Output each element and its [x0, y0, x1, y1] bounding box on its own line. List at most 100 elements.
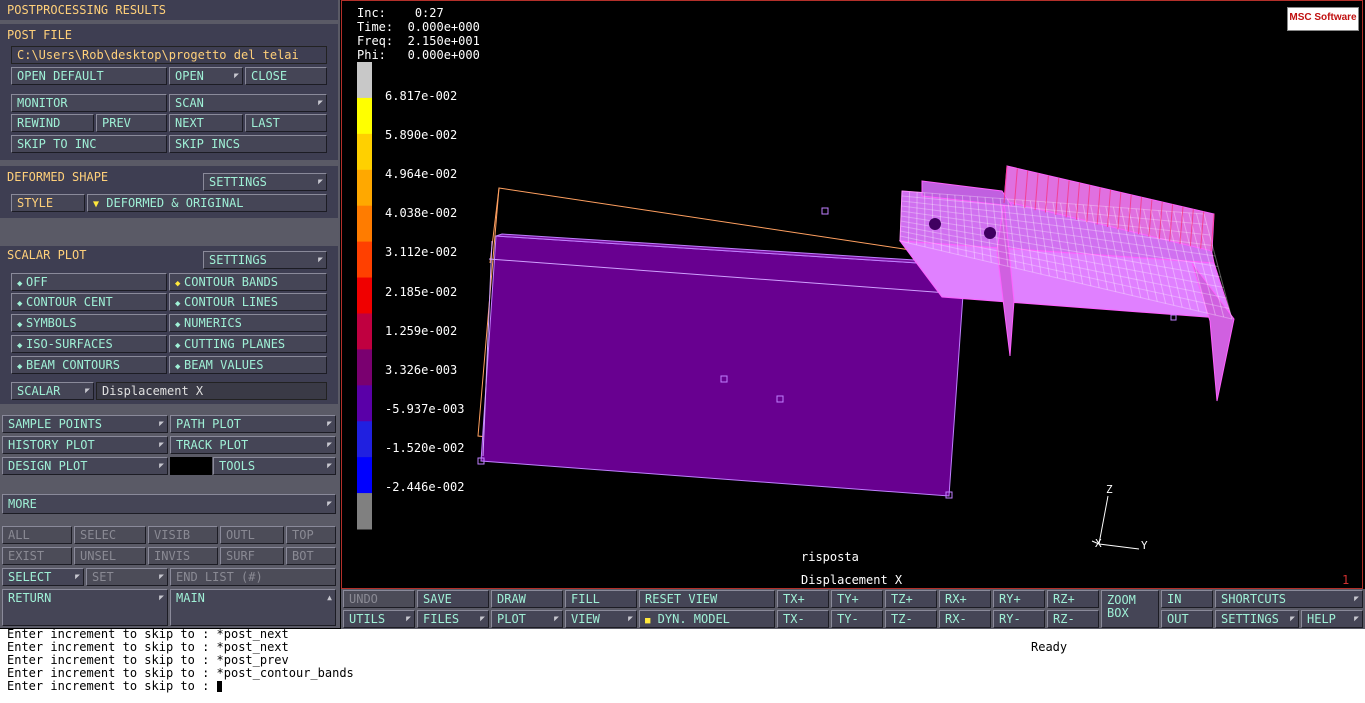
option-cutting-planes[interactable]: ◆ CUTTING PLANES	[169, 335, 327, 353]
option-label: CONTOUR BANDS	[184, 275, 278, 289]
scalar-settings-label: SETTINGS	[209, 253, 267, 267]
menu-arrow-icon: ◤	[1290, 614, 1295, 623]
btn-label: EXIST	[8, 549, 45, 563]
ty-minus-button[interactable]: TY-	[831, 610, 883, 628]
zoom-out-button[interactable]: OUT	[1161, 610, 1213, 628]
axis-z-label: Z	[1106, 483, 1113, 496]
console-input-line[interactable]: Enter increment to skip to :	[7, 680, 222, 693]
select-visib-button[interactable]: VISIB	[148, 526, 218, 544]
skip-incs-button[interactable]: SKIP INCS	[169, 135, 327, 153]
dyn-model-toggle[interactable]: ■ DYN. MODEL	[639, 610, 775, 628]
option-iso-surfaces[interactable]: ◆ ISO-SURFACES	[11, 335, 167, 353]
deformed-shape-header: DEFORMED SHAPE	[7, 170, 109, 184]
ry-minus-label: RY-	[999, 612, 1021, 626]
plot-button[interactable]: PLOT ◤	[491, 610, 563, 628]
fill-label: FILL	[571, 592, 600, 606]
time-readout: Time: 0.000e+000	[357, 20, 480, 34]
history-plot-button[interactable]: HISTORY PLOT ◤	[2, 436, 168, 454]
track-plot-button[interactable]: TRACK PLOT ◤	[170, 436, 336, 454]
select-top-button[interactable]: TOP	[286, 526, 336, 544]
select-invis-button[interactable]: INVIS	[148, 547, 218, 565]
next-button[interactable]: NEXT	[169, 114, 243, 132]
open-default-button[interactable]: OPEN DEFAULT	[11, 67, 167, 85]
skip-to-inc-button[interactable]: SKIP TO INC	[11, 135, 167, 153]
legend-swatch	[357, 205, 372, 243]
reset-view-button[interactable]: RESET VIEW	[639, 590, 775, 608]
rz-minus-button[interactable]: RZ-	[1047, 610, 1099, 628]
zoom-box-button[interactable]: ZOOM BOX	[1101, 590, 1159, 628]
style-dropdown[interactable]: ▼ DEFORMED & ORIGINAL	[87, 194, 327, 212]
close-button[interactable]: CLOSE	[245, 67, 327, 85]
ry-minus-button[interactable]: RY-	[993, 610, 1045, 628]
deformed-settings-button[interactable]: SETTINGS ◤	[203, 173, 327, 191]
set-button[interactable]: SET ◤	[86, 568, 168, 586]
tz-minus-button[interactable]: TZ-	[885, 610, 937, 628]
ty-plus-button[interactable]: TY+	[831, 590, 883, 608]
design-plot-button[interactable]: DESIGN PLOT ◤	[2, 457, 168, 475]
save-button[interactable]: SAVE	[417, 590, 489, 608]
select-exist-button[interactable]: EXIST	[2, 547, 72, 565]
option-numerics[interactable]: ◆ NUMERICS	[169, 314, 327, 332]
zoom-in-button[interactable]: IN	[1161, 590, 1213, 608]
utils-button[interactable]: UTILS ◤	[343, 610, 415, 628]
sample-points-button[interactable]: SAMPLE POINTS ◤	[2, 415, 168, 433]
option-beam-contours[interactable]: ◆ BEAM CONTOURS	[11, 356, 167, 374]
option-contour-bands[interactable]: ◆ CONTOUR BANDS	[169, 273, 327, 291]
select-button[interactable]: SELECT ◤	[2, 568, 84, 586]
files-button[interactable]: FILES ◤	[417, 610, 489, 628]
tx-plus-button[interactable]: TX+	[777, 590, 829, 608]
option-contour-lines[interactable]: ◆ CONTOUR LINES	[169, 293, 327, 311]
return-button[interactable]: RETURN ◤	[2, 589, 168, 626]
draw-button[interactable]: DRAW	[491, 590, 563, 608]
select-selec-button[interactable]: SELEC	[74, 526, 146, 544]
rx-plus-button[interactable]: RX+	[939, 590, 991, 608]
path-plot-button[interactable]: PATH PLOT ◤	[170, 415, 336, 433]
last-button[interactable]: LAST	[245, 114, 327, 132]
scalar-value-field[interactable]: Displacement X	[96, 382, 327, 400]
main-button[interactable]: MAIN ▲	[170, 589, 336, 626]
shortcuts-button[interactable]: SHORTCUTS ◤	[1215, 590, 1363, 608]
skip-to-inc-label: SKIP TO INC	[17, 137, 97, 151]
end-list-button[interactable]: END LIST (#)	[170, 568, 336, 586]
menu-arrow-icon: ◤	[159, 419, 164, 428]
view-button[interactable]: VIEW ◤	[565, 610, 637, 628]
axis-x-label: X	[1095, 537, 1102, 550]
ry-plus-button[interactable]: RY+	[993, 590, 1045, 608]
rx-minus-button[interactable]: RX-	[939, 610, 991, 628]
menu-arrow-icon: ◤	[159, 572, 164, 581]
option-beam-values[interactable]: ◆ BEAM VALUES	[169, 356, 327, 374]
rewind-button[interactable]: REWIND	[11, 114, 94, 132]
help-button[interactable]: HELP ◤	[1301, 610, 1363, 628]
monitor-button[interactable]: MONITOR	[11, 94, 167, 112]
scalar-name: Displacement X	[801, 573, 903, 587]
option-contour-cent[interactable]: ◆ CONTOUR CENT	[11, 293, 167, 311]
select-unsel-button[interactable]: UNSEL	[74, 547, 146, 565]
scan-button[interactable]: SCAN ◤	[169, 94, 327, 112]
command-console[interactable]: Enter increment to skip to : *post_next …	[0, 628, 1365, 703]
tz-plus-button[interactable]: TZ+	[885, 590, 937, 608]
select-outl-button[interactable]: OUTL	[220, 526, 284, 544]
settings-button[interactable]: SETTINGS ◤	[1215, 610, 1299, 628]
legend-swatch	[357, 169, 372, 207]
menu-arrow-icon: ◤	[159, 440, 164, 449]
prev-button[interactable]: PREV	[96, 114, 167, 132]
tz-minus-label: TZ-	[891, 612, 913, 626]
graphics-viewport[interactable]: Inc: 0:27 Time: 0.000e+000 Freq: 2.150e+…	[341, 0, 1363, 589]
tx-minus-button[interactable]: TX-	[777, 610, 829, 628]
option-label: SYMBOLS	[26, 316, 77, 330]
fill-button[interactable]: FILL	[565, 590, 637, 608]
post-file-path-field[interactable]: C:\Users\Rob\desktop\progetto del telai	[11, 46, 327, 64]
open-button[interactable]: OPEN ◤	[169, 67, 243, 85]
select-bot-button[interactable]: BOT	[286, 547, 336, 565]
tools-button[interactable]: TOOLS ◤	[213, 457, 336, 475]
option-symbols[interactable]: ◆ SYMBOLS	[11, 314, 167, 332]
undo-button[interactable]: UNDO	[343, 590, 415, 608]
btn-label: ALL	[8, 528, 30, 542]
scalar-settings-button[interactable]: SETTINGS ◤	[203, 251, 327, 269]
option-off[interactable]: ◆ OFF	[11, 273, 167, 291]
more-button[interactable]: MORE ◤	[2, 494, 336, 514]
rz-plus-button[interactable]: RZ+	[1047, 590, 1099, 608]
select-all-button[interactable]: ALL	[2, 526, 72, 544]
scalar-select-button[interactable]: SCALAR ◤	[11, 382, 94, 400]
select-surf-button[interactable]: SURF	[220, 547, 284, 565]
